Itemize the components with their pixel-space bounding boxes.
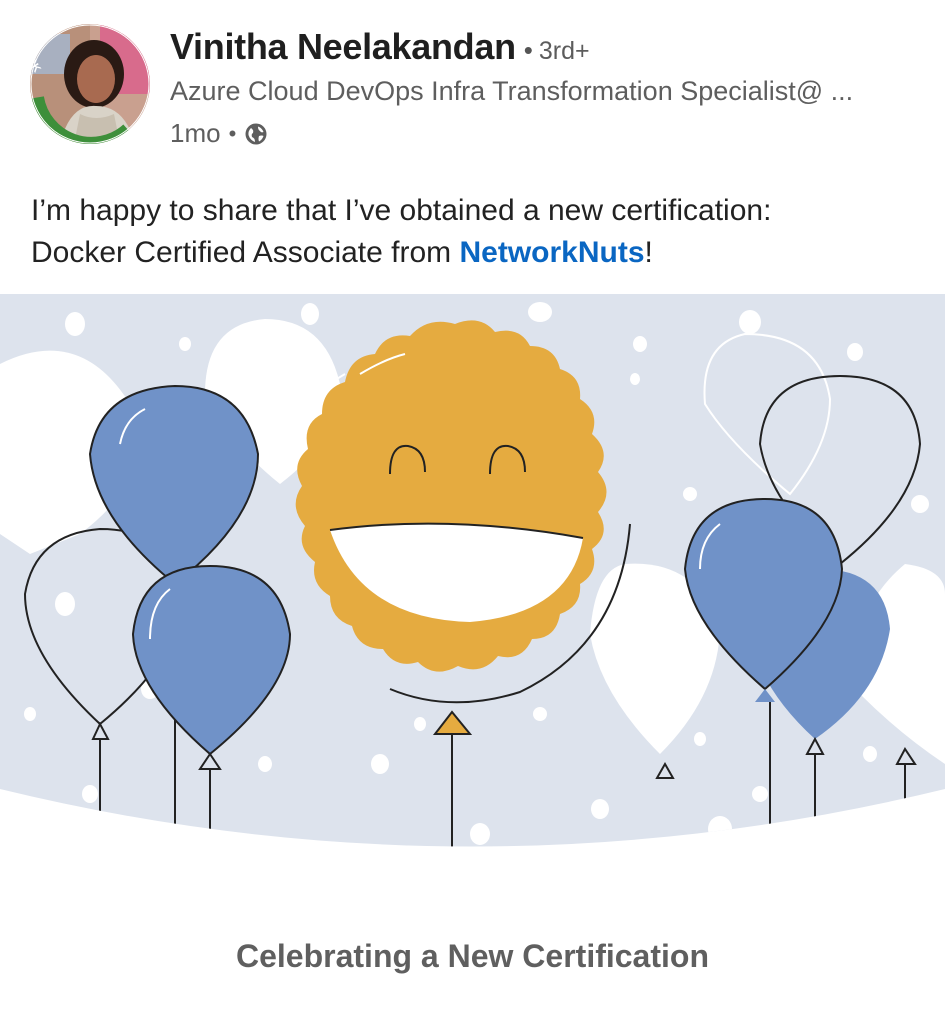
connection-degree: 3rd+: [538, 37, 590, 65]
post-text-line-2: Docker Certified Associate from NetworkN…: [31, 232, 921, 274]
globe-icon: [244, 122, 268, 146]
post-text-suffix: !: [644, 236, 653, 269]
author-headline: Azure Cloud DevOps Infra Transformation …: [170, 76, 854, 106]
author-avatar[interactable]: #OPENTOWORK: [30, 24, 150, 144]
post-header: #OPENTOWORK Vinitha Neelakandan • 3rd+ Azu…: [0, 0, 945, 170]
post-text-prefix: Docker Certified Associate from: [31, 236, 460, 269]
media-caption: Celebrating a New Certification: [236, 938, 709, 974]
company-mention-link[interactable]: NetworkNuts: [459, 236, 644, 269]
author-name-row: Vinitha Neelakandan • 3rd+: [170, 26, 590, 68]
avatar-photo: #OPENTOWORK: [30, 24, 150, 144]
meta-separator: •: [228, 120, 237, 146]
post-meta: 1mo •: [170, 118, 268, 149]
open-to-work-badge: #OPENTOWORK: [30, 24, 43, 75]
name-separator: •: [523, 35, 533, 65]
author-name[interactable]: Vinitha Neelakandan: [170, 26, 516, 67]
celebration-illustration[interactable]: [0, 294, 945, 869]
post-timestamp: 1mo: [170, 118, 221, 148]
post-text-line-1: I’m happy to share that I’ve obtained a …: [31, 194, 772, 227]
post-body: I’m happy to share that I’ve obtained a …: [31, 190, 921, 274]
